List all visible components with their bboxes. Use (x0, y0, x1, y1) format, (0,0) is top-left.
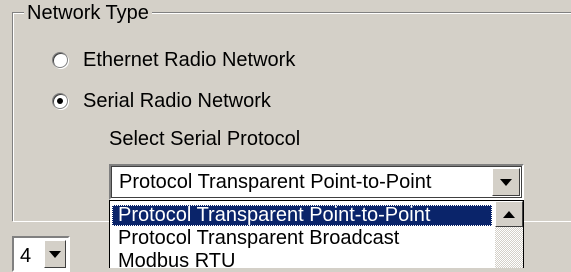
serial-protocol-select[interactable]: Protocol Transparent Point-to-Point (109, 164, 524, 200)
select-serial-protocol-label: Select Serial Protocol (109, 128, 301, 150)
serial-radio-network-label: Serial Radio Network (83, 89, 271, 112)
dropdown-scrollbar[interactable] (495, 201, 523, 268)
serial-radio-network-option[interactable]: Serial Radio Network (52, 88, 271, 114)
dropdown-option[interactable]: Protocol Transparent Broadcast (112, 228, 492, 249)
dropdown-option[interactable]: Modbus RTU (112, 251, 492, 269)
scroll-up-arrow-icon (503, 210, 515, 218)
radio-button-checked[interactable] (52, 93, 68, 109)
radio-selected-dot-icon (57, 98, 63, 104)
serial-protocol-dropdown-button[interactable] (492, 168, 520, 196)
small-number-select[interactable]: 4 (12, 236, 70, 272)
ethernet-radio-network-option[interactable]: Ethernet Radio Network (52, 47, 295, 73)
dropdown-option[interactable]: Protocol Transparent Point-to-Point (112, 205, 492, 226)
radio-button-unchecked[interactable] (52, 52, 68, 68)
serial-protocol-dropdown-list[interactable]: Protocol Transparent Point-to-Point Prot… (109, 200, 524, 268)
small-number-dropdown-button[interactable] (44, 240, 66, 268)
chevron-down-icon (49, 250, 61, 258)
ethernet-radio-network-label: Ethernet Radio Network (83, 48, 296, 71)
chevron-down-icon (500, 178, 512, 186)
scroll-up-button[interactable] (495, 201, 523, 227)
serial-protocol-selected-value: Protocol Transparent Point-to-Point (119, 171, 432, 193)
network-type-group-label: Network Type (24, 2, 152, 24)
small-number-select-value: 4 (20, 245, 32, 267)
